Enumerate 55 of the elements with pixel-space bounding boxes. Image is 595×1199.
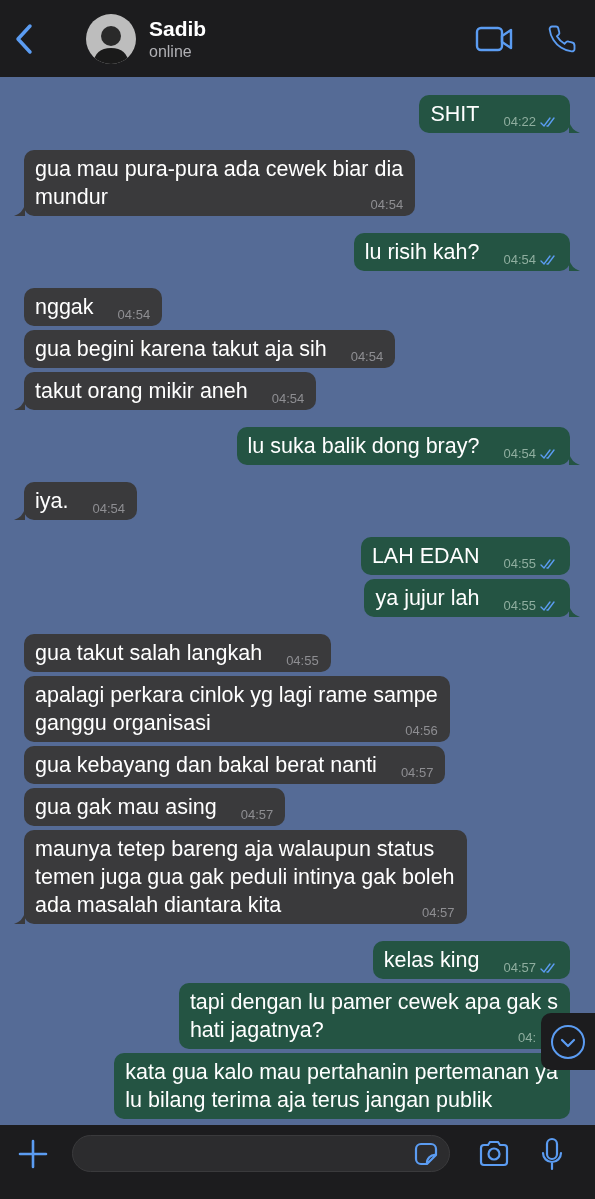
message-time: 04:56 (405, 722, 438, 740)
message-text: lu risih kah? (364, 239, 480, 266)
message-text: takut orang mikir aneh (35, 378, 248, 405)
message-text: ganggu organisasi (35, 710, 211, 737)
message-time: 04:54 (370, 196, 404, 214)
message-text: maunya tetep bareng aja walaupun status (35, 836, 435, 863)
message-text: gua begini karena takut aja sih (35, 336, 327, 363)
contact-name: Sadib (149, 15, 207, 42)
message-text: gua kebayang dan bakal berat nanti (35, 752, 377, 779)
message-time: 04:54 (271, 390, 305, 408)
message-time: 04:54 (503, 251, 536, 269)
message-text: iya. (35, 488, 69, 515)
message-text: tapi dengan lu pamer cewek apa gak s (189, 989, 558, 1016)
message-time: 04:57 (240, 806, 274, 824)
message-input-field[interactable] (72, 1135, 450, 1172)
message-time: 04:54 (350, 348, 384, 366)
microphone-icon (540, 1136, 564, 1171)
message-text: gua gak mau asing (35, 794, 217, 821)
message-time: 04:55 (286, 652, 319, 670)
message-text: gua mau pura-pura ada cewek biar dia (35, 156, 404, 183)
message-text: SHIT (430, 101, 480, 128)
message-text: apalagi perkara cinlok yg lagi rame sampe (35, 682, 438, 709)
message-time: 04:22 (503, 113, 536, 131)
camera-icon (478, 1139, 510, 1168)
phone-call-button[interactable] (547, 23, 577, 54)
phone-icon (547, 23, 577, 54)
message-time: 04:54 (117, 306, 151, 324)
message-time: 04:55 (503, 555, 536, 573)
message-time: 04:57 (400, 764, 434, 782)
message-text: lu bilang terima aja terus jangan publik (125, 1087, 493, 1114)
back-icon (14, 22, 34, 55)
message-text: temen juga gua gak peduli intinya gak boleh (35, 864, 455, 891)
video-call-button[interactable] (475, 24, 513, 53)
message-time: 04:55 (503, 597, 536, 615)
contact-status: online (149, 41, 193, 62)
message-time: 04:57 (503, 959, 536, 977)
message-text: hati jagatnya? (189, 1017, 324, 1044)
video-camera-icon (475, 24, 513, 53)
avatar[interactable] (86, 13, 136, 64)
sticker-icon (413, 1140, 439, 1167)
plus-icon (18, 1138, 48, 1169)
message-text: nggak (35, 294, 94, 321)
message-text: ya jujur lah (375, 585, 480, 612)
message-text: lu suka balik dong bray? (247, 433, 480, 460)
message-text: ada masalah diantara kita (35, 892, 282, 919)
message-time: 04:54 (503, 445, 536, 463)
message-text: kelas king (383, 947, 480, 974)
message-time: 04: (517, 1029, 536, 1047)
message-time: 04:54 (92, 500, 125, 518)
message-text: LAH EDAN (371, 543, 480, 570)
chevron-down-icon (550, 1023, 586, 1060)
message-time: 04:57 (422, 904, 455, 922)
message-text: mundur (35, 184, 108, 211)
message-text: gua takut salah langkah (35, 640, 263, 667)
microphone-button[interactable] (540, 1135, 564, 1172)
